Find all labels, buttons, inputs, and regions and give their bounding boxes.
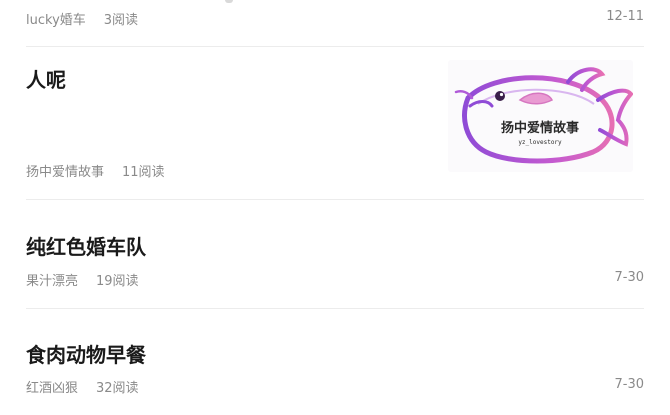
article-item[interactable]: 纯红色婚车队 果汁漂亮 19阅读 7-30 bbox=[26, 200, 644, 308]
article-title: 人呢 bbox=[26, 68, 66, 92]
article-author: 果汁漂亮 bbox=[26, 274, 79, 289]
article-item[interactable]: 食肉动物早餐 红酒凶狠 32阅读 7-30 bbox=[26, 309, 644, 415]
article-meta: 扬中爱情故事 11阅读 bbox=[26, 161, 165, 180]
article-date: 12-11 bbox=[606, 9, 644, 24]
article-item[interactable]: lucky婚车 3阅读 12-11 bbox=[26, 0, 644, 46]
fish-logo-image: 扬中爱情故事 yz_lovestory bbox=[454, 67, 633, 164]
article-thumbnail[interactable]: 扬中爱情故事 yz_lovestory bbox=[448, 60, 633, 172]
article-read-count: 3阅读 bbox=[103, 13, 139, 28]
svg-text:扬中爱情故事: 扬中爱情故事 bbox=[501, 120, 579, 136]
article-date: 7-30 bbox=[614, 270, 644, 285]
article-read-count: 19阅读 bbox=[96, 274, 139, 289]
article-meta: 红酒凶狠 32阅读 bbox=[26, 377, 139, 396]
article-date: 7-30 bbox=[614, 377, 644, 392]
article-item[interactable]: 人呢 扬中爱情故事 11阅读 扬中爱情故事 yz_lovestory bbox=[26, 47, 644, 199]
article-meta: 果汁漂亮 19阅读 bbox=[26, 270, 139, 289]
article-title: 食肉动物早餐 bbox=[26, 343, 146, 367]
article-title: 纯红色婚车队 bbox=[26, 235, 146, 259]
article-list: lucky婚车 3阅读 12-11 人呢 扬中爱情故事 11阅读 扬中爱情故事 … bbox=[0, 0, 670, 415]
article-meta: lucky婚车 3阅读 bbox=[26, 9, 138, 28]
article-read-count: 32阅读 bbox=[96, 381, 139, 396]
article-author: 红酒凶狠 bbox=[26, 381, 79, 396]
svg-text:yz_lovestory: yz_lovestory bbox=[518, 139, 562, 146]
article-author: lucky婚车 bbox=[26, 13, 86, 28]
article-read-count: 11阅读 bbox=[122, 165, 165, 180]
article-author: 扬中爱情故事 bbox=[26, 165, 105, 180]
